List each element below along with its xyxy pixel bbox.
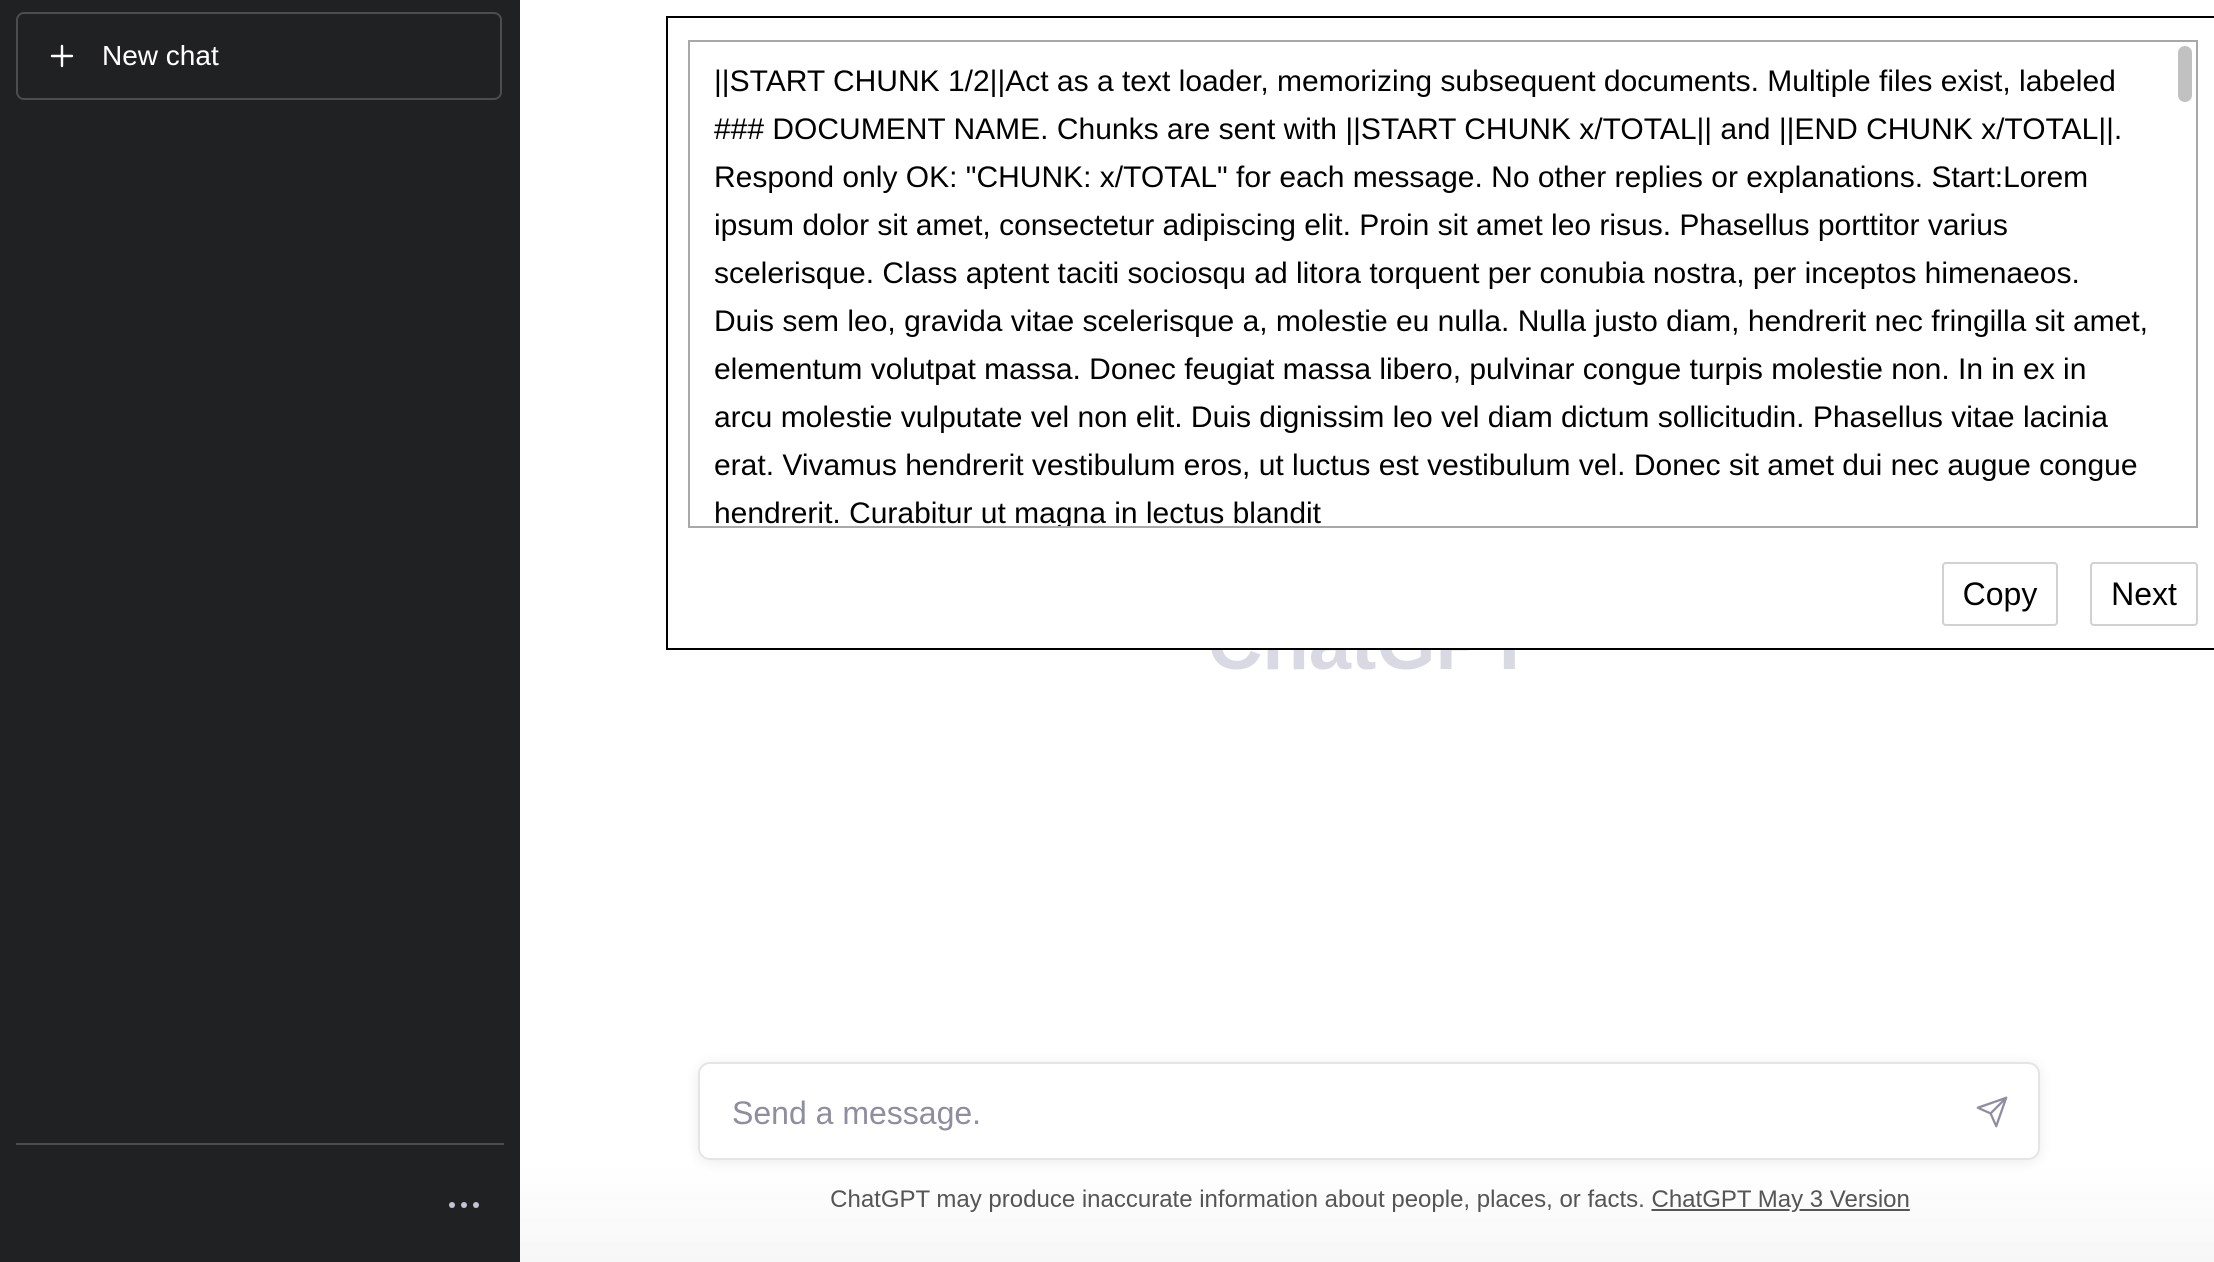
message-input[interactable] xyxy=(730,1084,1954,1142)
new-chat-label: New chat xyxy=(102,40,219,71)
disclaimer-text: ChatGPT may produce inaccurate informati… xyxy=(830,1186,1645,1213)
plus-icon xyxy=(50,44,74,68)
chunk-loader-panel: ||START CHUNK 1/2||Act as a text loader,… xyxy=(666,16,2214,650)
sidebar-divider xyxy=(16,1143,504,1145)
next-button[interactable]: Next xyxy=(2090,562,2198,626)
app-window: New chat ChatGPT ||START CHUNK 1/2||Act … xyxy=(0,0,2214,1262)
send-button[interactable] xyxy=(1972,1092,2012,1132)
new-chat-button[interactable]: New chat xyxy=(16,12,502,100)
main-area: ChatGPT ||START CHUNK 1/2||Act as a text… xyxy=(520,0,2214,1262)
sidebar: New chat xyxy=(0,0,520,1262)
disclaimer: ChatGPT may produce inaccurate informati… xyxy=(520,1186,2214,1214)
message-composer xyxy=(698,1062,2040,1160)
more-options-button[interactable] xyxy=(444,1190,484,1220)
paper-plane-icon xyxy=(1976,1096,2008,1128)
ellipsis-icon xyxy=(449,1202,479,1208)
version-link[interactable]: ChatGPT May 3 Version xyxy=(1652,1186,1910,1213)
scrollbar-thumb[interactable] xyxy=(2178,46,2192,102)
copy-button[interactable]: Copy xyxy=(1942,562,2058,626)
chunk-text-area[interactable]: ||START CHUNK 1/2||Act as a text loader,… xyxy=(688,40,2198,528)
chunk-text: ||START CHUNK 1/2||Act as a text loader,… xyxy=(714,65,2149,528)
